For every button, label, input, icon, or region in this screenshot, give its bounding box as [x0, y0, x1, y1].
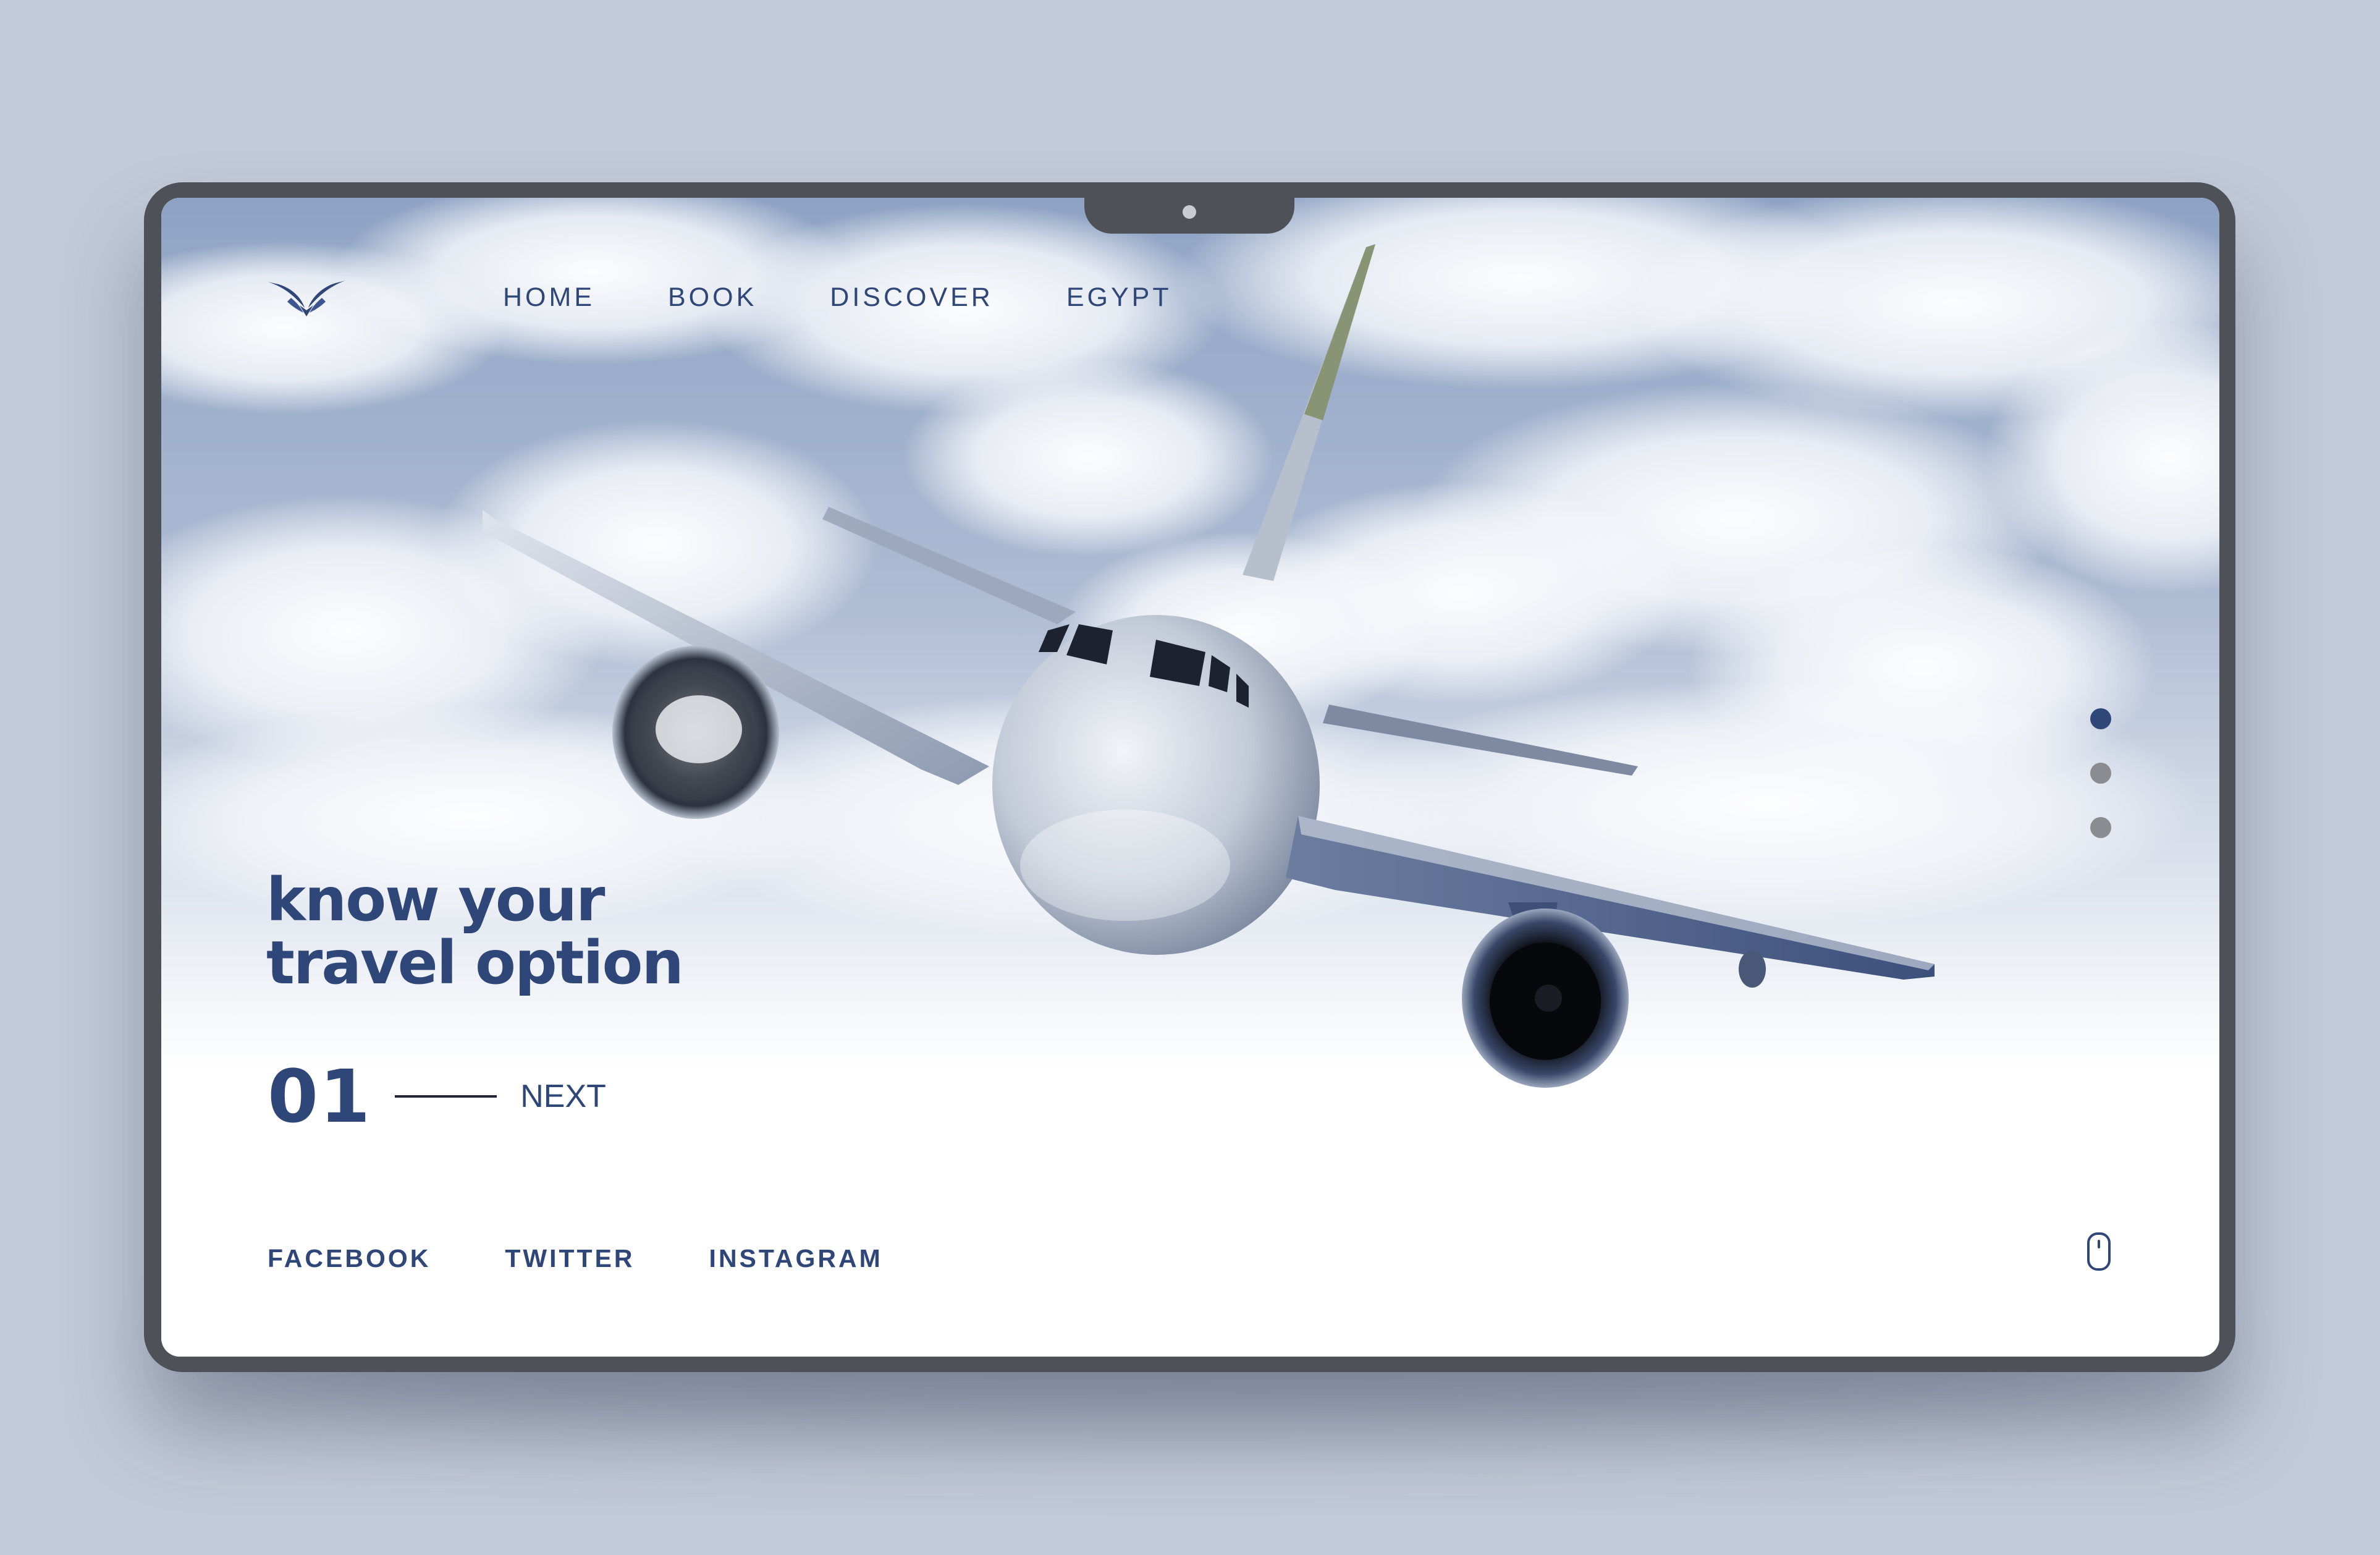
mouse-scroll-icon[interactable]	[2081, 1232, 2117, 1271]
nav-item-egypt[interactable]: EGYPT	[1066, 282, 1172, 313]
social-link-twitter[interactable]: TWITTER	[505, 1244, 635, 1273]
laptop-screen: HOME BOOK DISCOVER EGYPT know your trave…	[161, 198, 2219, 1357]
hero-headline: know your travel option	[266, 865, 684, 998]
social-links: FACEBOOK TWITTER INSTAGRAM	[268, 1244, 957, 1273]
slide-counter: 01 NEXT	[268, 1054, 606, 1139]
camera-icon	[1183, 205, 1196, 219]
page-background: HOME BOOK DISCOVER EGYPT know your trave…	[0, 0, 2380, 1555]
nav-item-discover[interactable]: DISCOVER	[830, 282, 994, 313]
slider-dot-2[interactable]	[2090, 763, 2111, 784]
next-button[interactable]: NEXT	[520, 1078, 606, 1115]
main-nav: HOME BOOK DISCOVER EGYPT	[503, 282, 1245, 313]
nav-item-book[interactable]: BOOK	[668, 282, 757, 313]
social-link-facebook[interactable]: FACEBOOK	[268, 1244, 431, 1273]
nav-item-home[interactable]: HOME	[503, 282, 595, 313]
slide-number: 01	[268, 1054, 372, 1139]
slider-dot-1[interactable]	[2090, 708, 2111, 729]
eagle-logo-icon[interactable]	[266, 278, 347, 321]
counter-divider-line	[395, 1095, 497, 1098]
hero-sky-image	[161, 198, 2219, 1357]
hero-headline-line-2: travel option	[266, 928, 684, 998]
slider-dot-3[interactable]	[2090, 817, 2111, 838]
screen-notch	[1084, 197, 1294, 234]
hero-headline-line-1: know your	[266, 865, 605, 934]
slider-pagination	[2090, 708, 2111, 871]
social-link-instagram[interactable]: INSTAGRAM	[709, 1244, 883, 1273]
